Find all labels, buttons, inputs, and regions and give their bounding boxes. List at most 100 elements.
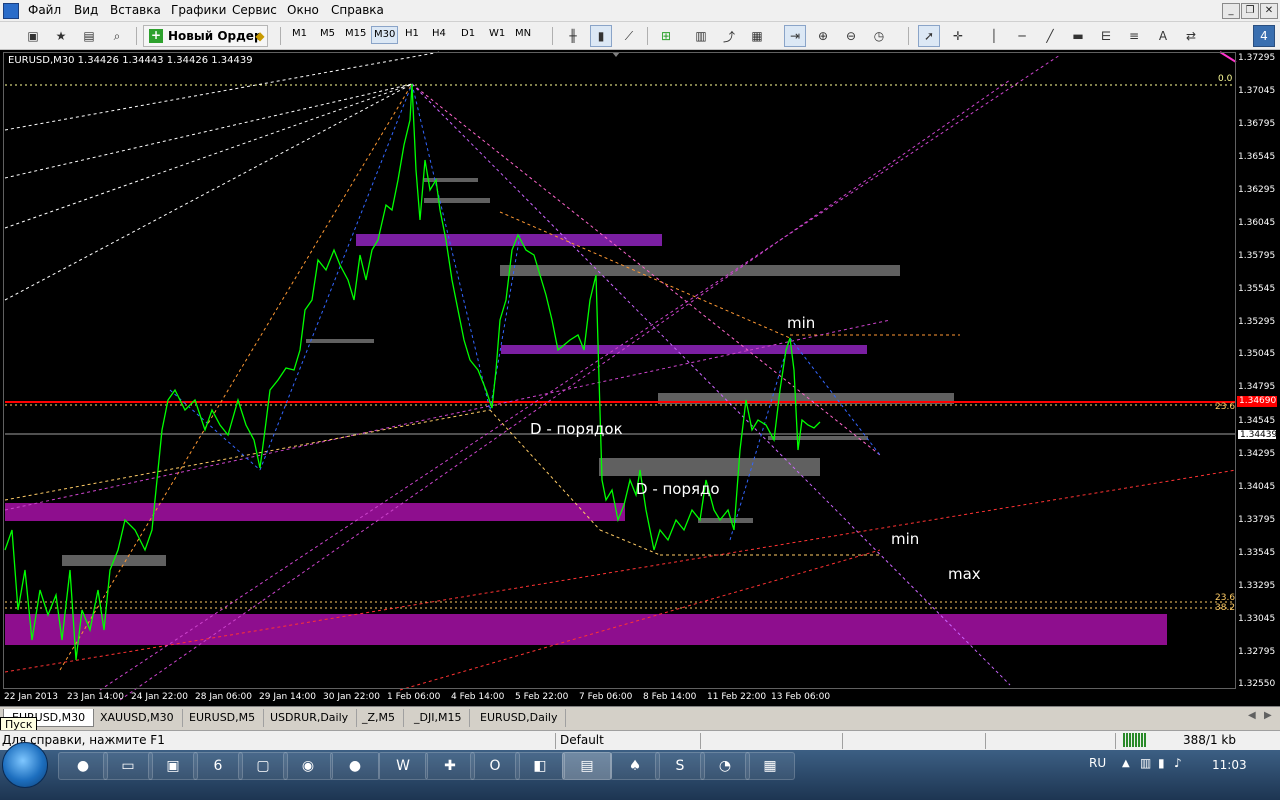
profiles-icon[interactable]: ★	[50, 25, 72, 47]
fibonacci-icon[interactable]: ≡	[1123, 25, 1145, 47]
app-icon-10[interactable]: ◔	[700, 752, 750, 780]
tab-z-m5[interactable]: _Z,M5	[354, 709, 405, 727]
new-chart-icon[interactable]: ▣	[22, 25, 44, 47]
tray-arrow-icon[interactable]: ▲	[1122, 758, 1130, 769]
expert-icon[interactable]: ⤴	[718, 25, 740, 47]
add-indicator-icon[interactable]: ⊞	[655, 25, 677, 47]
timeframe-h4[interactable]: H4	[432, 28, 446, 39]
app-icon-5[interactable]: ●	[330, 752, 380, 780]
navigator-icon[interactable]: ⌕	[106, 25, 128, 47]
timeframe-h1[interactable]: H1	[405, 28, 419, 39]
tab-usdrur-daily[interactable]: USDRUR,Daily	[262, 709, 358, 727]
time-tick: 8 Feb 14:00	[643, 692, 697, 702]
status-divider	[555, 733, 556, 749]
menu-tools[interactable]: Сервис	[232, 3, 277, 17]
connection-icon[interactable]	[1123, 733, 1147, 747]
trend-line-icon[interactable]: ╱	[1039, 25, 1061, 47]
network-icon[interactable]: ▥	[1140, 756, 1151, 770]
restore-button[interactable]: ❐	[1241, 3, 1259, 19]
menu-insert[interactable]: Вставка	[110, 3, 161, 17]
market-watch-icon[interactable]: ▤	[78, 25, 100, 47]
toolbar-divider	[136, 27, 137, 45]
red-price-box: 1.34690	[1237, 396, 1277, 407]
time-tick: 22 Jan 2013	[4, 692, 58, 702]
autoscroll-icon[interactable]: ⇥	[784, 25, 806, 47]
tab-dji-m15[interactable]: _DJI,M15	[406, 709, 471, 727]
app-icon-9[interactable]: ♠	[610, 752, 660, 780]
timeframe-m1[interactable]: M1	[292, 28, 307, 39]
power-icon[interactable]: ▮	[1158, 756, 1165, 770]
rectangle-icon[interactable]: ▬	[1067, 25, 1089, 47]
clock[interactable]: 11:03	[1212, 758, 1247, 772]
horizontal-line-icon[interactable]: ─	[1011, 25, 1033, 47]
app-icon-1[interactable]: ▣	[148, 752, 198, 780]
zoom-in-icon[interactable]: ⊕	[812, 25, 834, 47]
tab-scroll-left-icon[interactable]: ◀	[1248, 710, 1256, 721]
price-tick: 1.33795	[1238, 515, 1276, 525]
opera-icon[interactable]: O	[470, 752, 520, 780]
timeframe-mn[interactable]: MN	[515, 28, 531, 39]
skype-icon[interactable]: S	[655, 752, 705, 780]
language-indicator[interactable]: RU	[1089, 756, 1106, 770]
time-tick: 30 Jan 22:00	[323, 692, 380, 702]
autotrading-icon[interactable]: ◆	[249, 25, 271, 47]
app-icon[interactable]	[3, 3, 19, 19]
menu-help[interactable]: Справка	[331, 3, 384, 17]
status-divider	[700, 733, 701, 749]
close-button[interactable]: ✕	[1260, 3, 1278, 19]
clock-icon[interactable]: ◷	[868, 25, 890, 47]
status-divider	[842, 733, 843, 749]
menu-charts[interactable]: Графики	[171, 3, 226, 17]
metatrader-icon[interactable]: ▤	[562, 752, 612, 780]
text-icon[interactable]: A	[1152, 25, 1174, 47]
candlestick-icon[interactable]: ▮	[590, 25, 612, 47]
volume-icon[interactable]: ♪	[1174, 756, 1182, 770]
toolbar: ▣ ★ ▤ ⌕ + Новый Ордер ◆ M1 M5 M15 M30 H1…	[0, 22, 1280, 50]
firefox-icon[interactable]: ●	[58, 752, 108, 780]
fibonacci-fan-icon[interactable]: ⋿	[1095, 25, 1117, 47]
line-chart-icon[interactable]: ⟋	[618, 25, 640, 47]
status-divider	[985, 733, 986, 749]
crosshair-icon[interactable]: ✛	[947, 25, 969, 47]
app-icon-6[interactable]: W	[378, 752, 428, 780]
price-axis[interactable]	[1237, 50, 1280, 706]
app-icon-8[interactable]: ◧	[515, 752, 565, 780]
time-tick: 29 Jan 14:00	[259, 692, 316, 702]
menu-window[interactable]: Окно	[287, 3, 319, 17]
tab-eurusd-daily[interactable]: EURUSD,Daily	[472, 709, 567, 727]
minimize-button[interactable]: _	[1222, 3, 1240, 19]
status-profile: Default	[560, 733, 604, 747]
badge-icon[interactable]: 4	[1253, 25, 1275, 47]
notepad-icon[interactable]: ▦	[745, 752, 795, 780]
bar-chart-icon[interactable]: ╫	[562, 25, 584, 47]
timeframe-m5[interactable]: M5	[320, 28, 335, 39]
period-icon[interactable]: ▥	[690, 25, 712, 47]
symbol-label: EURUSD,M30 1.34426 1.34443 1.34426 1.344…	[8, 55, 253, 66]
timeframe-m15[interactable]: M15	[345, 28, 366, 39]
time-tick: 13 Feb 06:00	[771, 692, 831, 702]
arrows-icon[interactable]: ⇄	[1180, 25, 1202, 47]
app-icon-2[interactable]: 6	[193, 752, 243, 780]
explorer-icon[interactable]: ▭	[103, 752, 153, 780]
menu-file[interactable]: Файл	[28, 3, 61, 17]
tab-scroll-right-icon[interactable]: ▶	[1264, 710, 1272, 721]
app-icon-7[interactable]: ✚	[425, 752, 475, 780]
vertical-line-icon[interactable]: │	[983, 25, 1005, 47]
cursor-icon[interactable]: ➚	[918, 25, 940, 47]
time-tick: 1 Feb 06:00	[387, 692, 441, 702]
timeframe-w1[interactable]: W1	[489, 28, 505, 39]
timeframe-d1[interactable]: D1	[461, 28, 475, 39]
price-tick: 1.33045	[1238, 614, 1276, 624]
timeframe-m30[interactable]: M30	[371, 26, 399, 44]
zoom-out-icon[interactable]: ⊖	[840, 25, 862, 47]
tab-xauusd-m30[interactable]: XAUUSD,M30	[92, 709, 183, 727]
app-icon-3[interactable]: ▢	[238, 752, 288, 780]
price-tick: 1.34045	[1238, 482, 1276, 492]
start-button[interactable]	[2, 742, 48, 788]
tab-eurusd-m5[interactable]: EURUSD,M5	[181, 709, 265, 727]
toolbar-divider	[552, 27, 553, 45]
template-icon[interactable]: ▦	[746, 25, 768, 47]
status-traffic: 388/1 kb	[1183, 733, 1236, 747]
menu-view[interactable]: Вид	[74, 3, 98, 17]
app-icon-4[interactable]: ◉	[283, 752, 333, 780]
